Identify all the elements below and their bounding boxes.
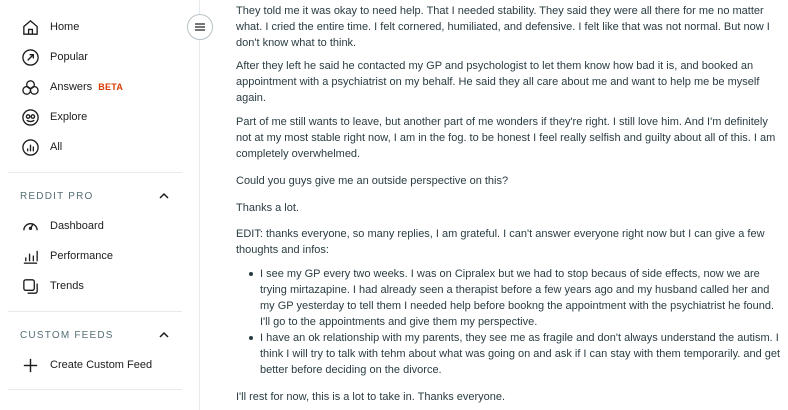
chevron-up-icon [158,329,170,341]
sidebar-divider [8,172,182,173]
sidebar-item-dashboard[interactable]: Dashboard [20,214,104,238]
sidebar-item-label: Answers [50,81,93,93]
section-title: REDDIT PRO [20,190,94,202]
custom-feeds-section-header[interactable]: CUSTOM FEEDS [20,327,170,343]
explore-icon [20,107,40,127]
list-item: I see my GP every two weeks. I was on Ci… [236,266,782,330]
sidebar-item-label: Home [50,21,80,33]
left-sidebar: Home Popular Answers BETA Explore All RE… [0,0,200,410]
post-closing: I'll rest for now, this is a lot to take… [236,391,506,403]
popular-icon [20,47,40,67]
post-paragraph: Thanks a lot. [236,202,299,214]
dashboard-icon [20,216,40,236]
post-paragraph: Could you guys give me an outside perspe… [236,175,509,187]
post-paragraph: They told me it was okay to need help. T… [236,5,770,49]
create-custom-feed-button[interactable]: Create Custom Feed [20,353,152,377]
chevron-up-icon [158,190,170,202]
home-icon [20,17,40,37]
post-bullet-list: I see my GP every two weeks. I was on Ci… [236,266,782,378]
sidebar-item-answers[interactable]: Answers BETA [20,75,123,99]
performance-icon [20,246,40,266]
sidebar-divider [8,389,182,390]
all-icon [20,137,40,157]
sidebar-item-performance[interactable]: Performance [20,244,113,268]
sidebar-item-home[interactable]: Home [20,15,79,39]
post-paragraph: Part of me still wants to leave, but ano… [236,116,776,160]
collapse-sidebar-button[interactable] [187,14,213,40]
section-title: CUSTOM FEEDS [20,329,114,341]
sidebar-item-label: Popular [50,51,88,63]
sidebar-item-label: Trends [50,280,84,292]
sidebar-divider [8,311,182,312]
sidebar-item-label: All [50,141,63,153]
beta-badge: BETA [98,82,124,92]
list-item: I have an ok relationship with my parent… [236,330,782,378]
sidebar-item-label: Create Custom Feed [50,359,153,371]
post-paragraph: EDIT: thanks everyone, so many replies, … [236,228,765,256]
menu-icon [194,21,206,33]
sidebar-item-label: Performance [50,250,113,262]
reddit-pro-section-header[interactable]: REDDIT PRO [20,188,170,204]
sidebar-item-popular[interactable]: Popular [20,45,88,69]
sidebar-item-trends[interactable]: Trends [20,274,84,298]
sidebar-item-all[interactable]: All [20,135,62,159]
sidebar-item-label: Explore [50,111,88,123]
post-paragraph: After they left he said he contacted my … [236,60,760,104]
answers-icon [20,77,40,97]
plus-icon [20,355,40,375]
trends-icon [20,276,40,296]
sidebar-item-explore[interactable]: Explore [20,105,87,129]
sidebar-item-label: Dashboard [50,220,104,232]
